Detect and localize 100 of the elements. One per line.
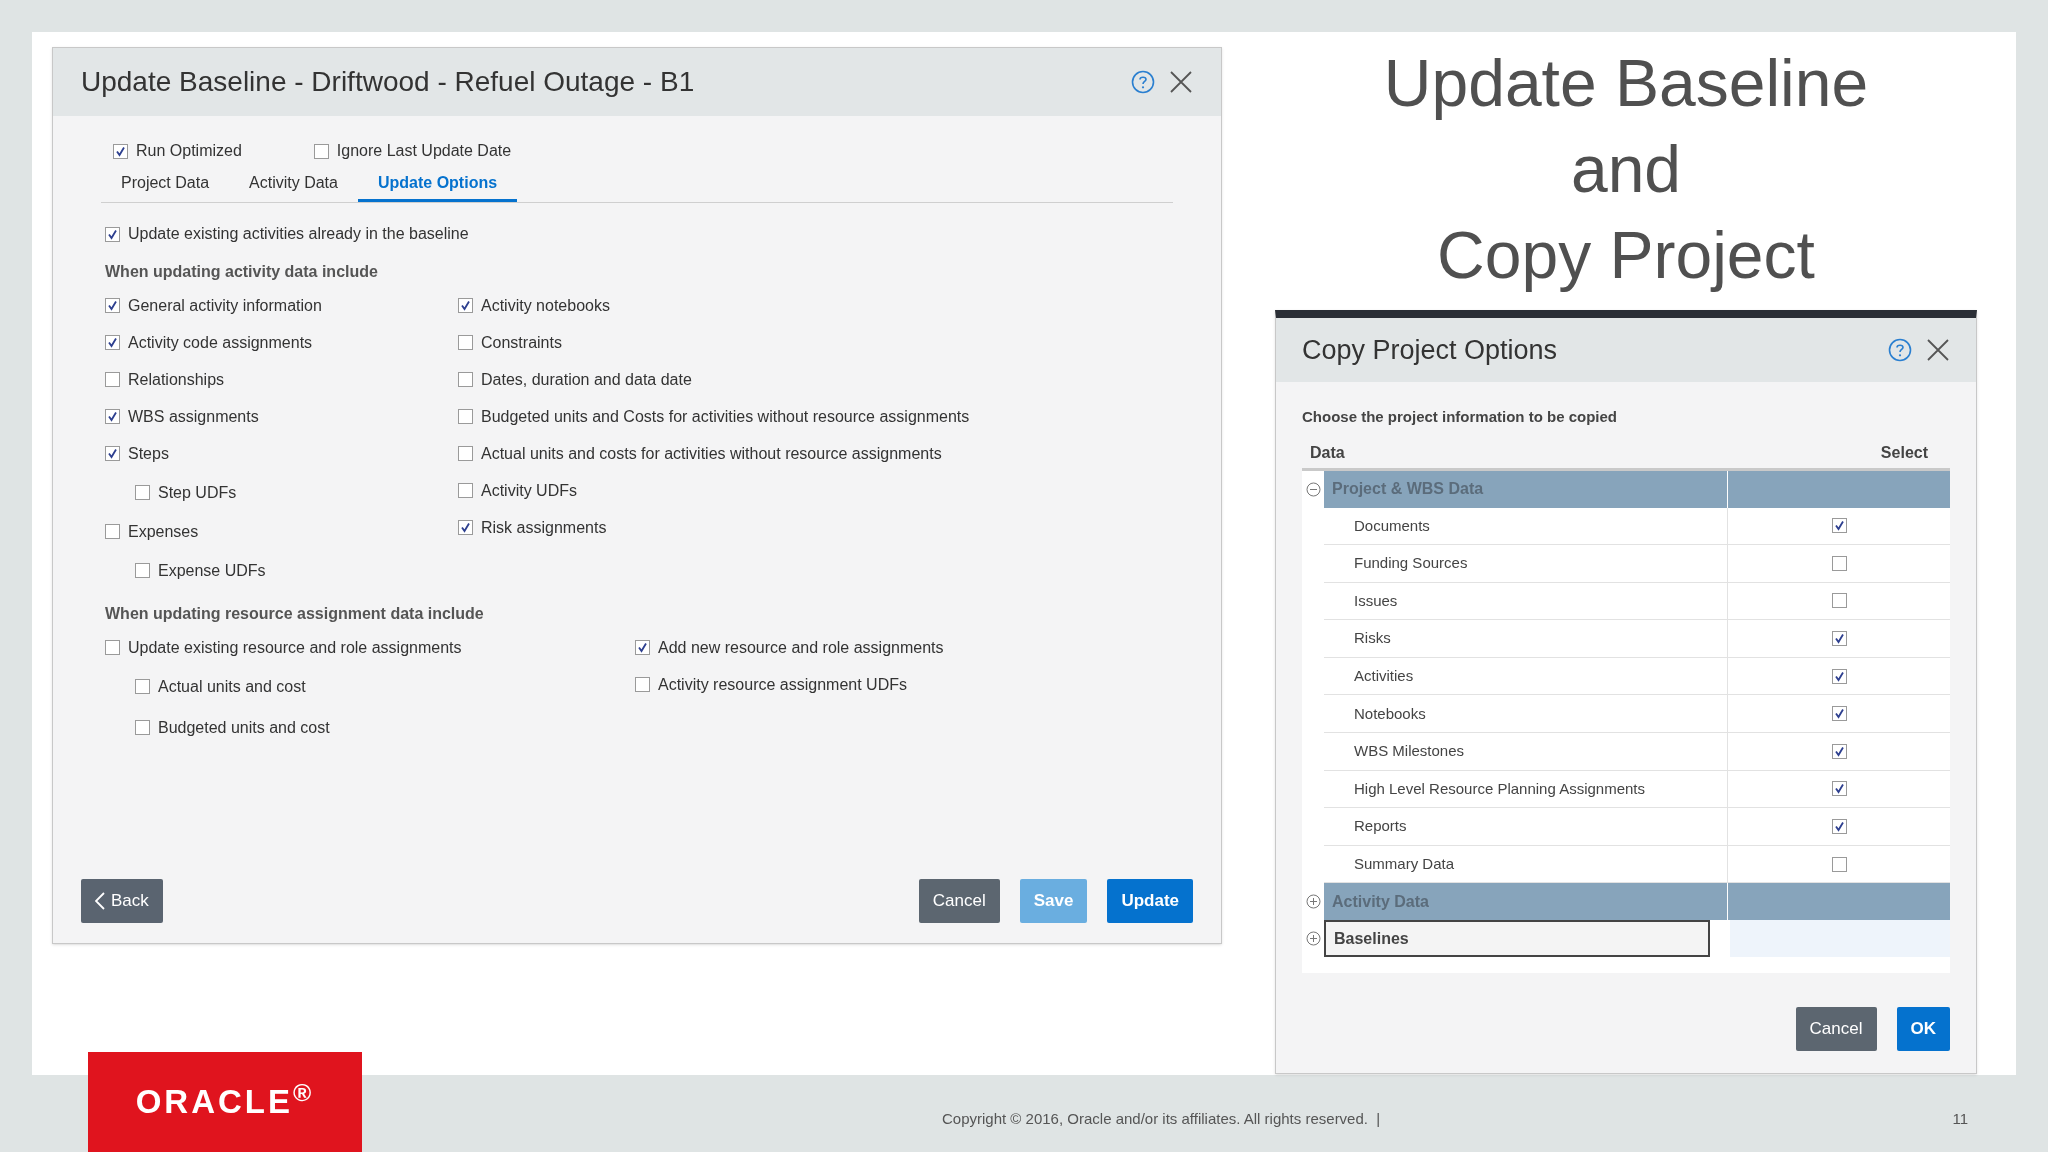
checkmark-icon xyxy=(1833,821,1845,833)
section-heading: When updating resource assignment data include xyxy=(105,604,485,624)
checkmark-icon xyxy=(1833,633,1845,645)
data-cell: Summary Data xyxy=(1324,845,1728,883)
checkbox[interactable] xyxy=(135,720,150,735)
copyright-text: Copyright © 2016, Oracle and/or its affiliates. All rights reserved. | xyxy=(942,1109,1381,1129)
column-header: Data xyxy=(1310,443,1345,463)
dialog-title: Copy Project Options xyxy=(1302,333,1558,367)
option-label: Run Optimized xyxy=(136,141,242,161)
group-row[interactable]: Baselines xyxy=(1324,920,1710,958)
close-icon[interactable] xyxy=(1169,70,1193,94)
slide-heading: Update Baseline xyxy=(1383,45,1869,122)
option-label: Dates, duration and data date xyxy=(481,369,692,390)
page-number: 11 xyxy=(1952,1109,1968,1129)
checkbox[interactable] xyxy=(105,640,120,655)
option-label: Steps xyxy=(128,443,169,464)
collapse-icon[interactable] xyxy=(1305,481,1321,497)
checkbox[interactable] xyxy=(1831,593,1847,609)
checkbox[interactable] xyxy=(458,483,473,498)
checkbox[interactable] xyxy=(105,524,120,539)
checkbox[interactable] xyxy=(1831,631,1847,647)
option-label: Budgeted units and cost xyxy=(158,717,330,738)
checkmark-icon xyxy=(107,337,118,348)
checkmark-icon xyxy=(1833,783,1845,795)
checkbox[interactable] xyxy=(1831,518,1847,534)
checkbox[interactable] xyxy=(1831,819,1847,835)
checkmark-icon xyxy=(115,145,126,157)
checkmark-icon xyxy=(107,411,118,422)
column-header: Select xyxy=(1880,443,1928,463)
slide-heading: Copy Project xyxy=(1437,217,1815,294)
data-cell: Documents xyxy=(1324,507,1728,545)
checkbox[interactable] xyxy=(105,335,120,350)
option-label: Update existing activities already in the baseline xyxy=(128,224,469,244)
checkmark-icon xyxy=(460,522,471,533)
tab[interactable]: Activity Data xyxy=(229,166,358,202)
option-label: Relationships xyxy=(128,369,225,390)
data-cell: Issues xyxy=(1324,582,1728,620)
checkmark-icon xyxy=(107,300,118,311)
option-label: Expense UDFs xyxy=(158,560,266,581)
checkbox[interactable] xyxy=(105,409,120,424)
checkbox[interactable] xyxy=(458,372,473,387)
dialog-title: Update Baseline - Driftwood - Refuel Outage - B1 xyxy=(81,65,695,99)
checkbox[interactable] xyxy=(105,298,120,313)
chevron-left-icon xyxy=(95,892,105,910)
option-label: Activity notebooks xyxy=(481,295,610,316)
dialog-button[interactable]: Update xyxy=(1107,879,1193,923)
dialog-button[interactable]: Cancel xyxy=(1795,1007,1877,1051)
checkbox[interactable] xyxy=(313,143,329,159)
checkbox[interactable] xyxy=(1831,856,1847,872)
dialog-button[interactable]: Cancel xyxy=(918,879,1000,923)
checkbox[interactable] xyxy=(1831,668,1847,684)
tab[interactable]: Update Options xyxy=(357,166,518,202)
section-heading: When updating activity data include xyxy=(105,262,379,282)
checkbox[interactable] xyxy=(1831,743,1847,759)
data-cell: Reports xyxy=(1324,808,1728,845)
checkbox[interactable] xyxy=(135,679,150,694)
data-cell: WBS Milestones xyxy=(1324,733,1728,770)
option-label: Ignore Last Update Date xyxy=(336,141,512,161)
close-icon[interactable] xyxy=(1926,338,1950,362)
data-cell: High Level Resource Planning Assignments xyxy=(1324,770,1728,808)
option-label: Activity UDFs xyxy=(481,480,577,501)
checkmark-icon xyxy=(460,300,471,311)
checkbox[interactable] xyxy=(105,372,120,387)
help-icon[interactable] xyxy=(1131,70,1155,94)
checkbox[interactable] xyxy=(458,298,473,313)
option-label: Expenses xyxy=(128,521,199,542)
option-label: Add new resource and role assignments xyxy=(658,637,944,658)
expand-icon[interactable] xyxy=(1305,931,1321,947)
dialog-button[interactable]: OK xyxy=(1896,1007,1950,1051)
tab[interactable]: Project Data xyxy=(101,166,230,202)
checkmark-icon xyxy=(1833,670,1845,682)
checkbox[interactable] xyxy=(135,485,150,500)
checkbox[interactable] xyxy=(458,446,473,461)
option-label: Actual units and cost xyxy=(158,676,306,697)
option-label: Update existing resource and role assignments xyxy=(128,637,462,658)
data-cell: Risks xyxy=(1324,620,1728,657)
checkbox[interactable] xyxy=(135,563,150,578)
option-label: Actual units and costs for activities without resource assignments xyxy=(481,443,942,464)
option-label: Activity code assignments xyxy=(128,332,313,353)
option-label: General activity information xyxy=(128,295,322,316)
expand-icon[interactable] xyxy=(1305,894,1321,910)
checkbox[interactable] xyxy=(1831,706,1847,722)
help-icon[interactable] xyxy=(1888,338,1912,362)
checkbox[interactable] xyxy=(458,520,473,535)
checkbox[interactable] xyxy=(458,335,473,350)
checkbox[interactable] xyxy=(105,226,120,242)
data-cell: Notebooks xyxy=(1324,695,1728,733)
checkbox[interactable] xyxy=(105,446,120,461)
back-button[interactable]: Back xyxy=(81,879,163,923)
checkbox[interactable] xyxy=(113,143,128,159)
checkbox[interactable] xyxy=(635,640,650,655)
checkmark-icon xyxy=(1833,708,1845,720)
option-label: Constraints xyxy=(481,332,562,353)
checkbox[interactable] xyxy=(458,409,473,424)
option-label: Risk assignments xyxy=(481,517,607,538)
checkbox[interactable] xyxy=(635,677,650,692)
checkbox[interactable] xyxy=(1831,781,1847,797)
checkbox[interactable] xyxy=(1831,555,1847,571)
option-label: Budgeted units and Costs for activities without resource assignments xyxy=(481,406,970,427)
checkmark-icon xyxy=(107,228,118,240)
